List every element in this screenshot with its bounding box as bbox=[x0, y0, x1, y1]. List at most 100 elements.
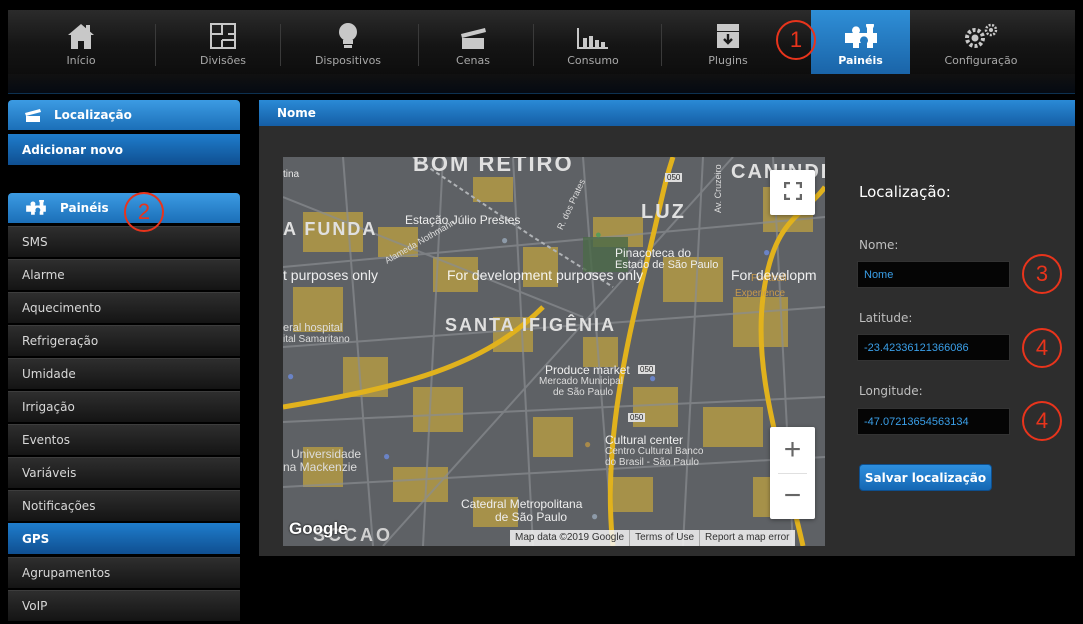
nav-item-paineis[interactable]: Painéis bbox=[811, 10, 910, 74]
main-panel-title: Nome bbox=[277, 106, 316, 120]
map-pin-icon[interactable]: ● bbox=[501, 233, 508, 247]
sidebar-item-gps[interactable]: GPS bbox=[8, 523, 240, 554]
map-label: Universidade bbox=[291, 447, 362, 461]
nav-label: Dispositivos bbox=[314, 54, 382, 67]
save-location-button[interactable]: Salvar localização bbox=[859, 464, 992, 491]
main-panel-header: Nome bbox=[259, 100, 1075, 126]
nav-item-dispositivos[interactable]: Dispositivos bbox=[298, 10, 398, 74]
map-background bbox=[283, 157, 825, 546]
map-label: Centro Cultural Banco bbox=[605, 446, 704, 457]
map-watermark: For development purposes only bbox=[447, 267, 644, 283]
sidebar-item-alarme[interactable]: Alarme bbox=[8, 259, 240, 290]
sidebar-item-eventos[interactable]: Eventos bbox=[8, 424, 240, 455]
sidebar-item-label: Refrigeração bbox=[22, 334, 99, 348]
sidebar-item-refrigeracao[interactable]: Refrigeração bbox=[8, 325, 240, 356]
nav-divider bbox=[418, 24, 419, 66]
nav-item-configuracao[interactable]: Configuração bbox=[926, 10, 1036, 74]
map-pin-icon[interactable]: ● bbox=[763, 245, 770, 259]
google-logo: Google bbox=[289, 519, 348, 538]
nav-label: Início bbox=[66, 54, 96, 67]
map-label: tina bbox=[283, 169, 300, 180]
report-error-link[interactable]: Report a map error bbox=[700, 530, 794, 546]
sidebar-item-irrigacao[interactable]: Irrigação bbox=[8, 391, 240, 422]
home-icon bbox=[66, 22, 96, 50]
bar-chart-icon bbox=[576, 26, 610, 50]
annotation-marker: 3 bbox=[1022, 254, 1062, 294]
map-label: SANTA IFIGÊNIA bbox=[445, 315, 616, 335]
sidebar-item-voip[interactable]: VoIP bbox=[8, 590, 240, 621]
zoom-in-button[interactable]: + bbox=[770, 427, 815, 473]
map-watermark: For developm bbox=[731, 267, 817, 283]
sidebar-item-umidade[interactable]: Umidade bbox=[8, 358, 240, 389]
zoom-control: + − bbox=[770, 427, 815, 519]
nav-item-inicio[interactable]: Início bbox=[35, 10, 127, 74]
sidebar-item-sms[interactable]: SMS bbox=[8, 226, 240, 257]
sidebar-item-notificacoes[interactable]: Notificações bbox=[8, 490, 240, 521]
annotation-marker: 4 bbox=[1022, 328, 1062, 368]
terms-link[interactable]: Terms of Use bbox=[630, 530, 701, 546]
longitude-field[interactable] bbox=[857, 408, 1010, 435]
nav-label: Painéis bbox=[838, 54, 883, 67]
nav-subbar bbox=[8, 74, 1075, 94]
clapperboard-icon bbox=[458, 24, 488, 50]
map-label: BOM RETIRO bbox=[413, 157, 574, 176]
add-new-button[interactable]: Adicionar novo bbox=[8, 134, 240, 165]
map-label: de São Paulo bbox=[495, 510, 568, 524]
map-pin-icon[interactable]: ● bbox=[287, 369, 294, 383]
zoom-out-button[interactable]: − bbox=[770, 473, 815, 519]
sidebar-item-agrupamentos[interactable]: Agrupamentos bbox=[8, 557, 240, 588]
nav-item-consumo[interactable]: Consumo bbox=[548, 10, 638, 74]
puzzle-icon bbox=[842, 24, 880, 50]
map-pin-icon[interactable]: ● bbox=[591, 509, 598, 523]
map-data-text: Map data ©2019 Google bbox=[510, 530, 631, 546]
fullscreen-icon bbox=[783, 181, 802, 204]
latitude-field[interactable] bbox=[857, 334, 1010, 361]
nav-item-divisoes[interactable]: Divisões bbox=[178, 10, 268, 74]
map-label: LUZ bbox=[641, 201, 686, 223]
annotation-marker: 2 bbox=[124, 192, 164, 232]
map-label: Mercado Municipal bbox=[539, 376, 623, 387]
sidebar-item-label: Variáveis bbox=[22, 466, 77, 480]
add-new-label: Adicionar novo bbox=[22, 142, 124, 157]
sidebar-header-localizacao[interactable]: Localização bbox=[8, 100, 240, 130]
map-label: na Mackenzie bbox=[283, 460, 358, 474]
nav-label: Consumo bbox=[567, 54, 619, 67]
map-label: Estação Júlio Prestes bbox=[405, 213, 521, 227]
map-label: do Brasil - São Paulo bbox=[605, 457, 699, 468]
map-attribution: Map data ©2019 Google Terms of Use Repor… bbox=[510, 530, 795, 546]
map-label: ital Samaritano bbox=[283, 334, 350, 345]
top-navigation: Início Divisões Dispositivos Cenas Consu… bbox=[8, 10, 1075, 74]
sidebar-item-label: Umidade bbox=[22, 367, 76, 381]
nav-item-cenas[interactable]: Cenas bbox=[433, 10, 513, 74]
nav-item-plugins[interactable]: Plugins bbox=[688, 10, 768, 74]
nav-label: Plugins bbox=[708, 54, 748, 67]
sidebar-item-label: VoIP bbox=[22, 599, 48, 613]
map-pin-icon[interactable]: ● bbox=[383, 449, 390, 463]
fullscreen-button[interactable] bbox=[770, 170, 815, 215]
nav-divider bbox=[661, 24, 662, 66]
zoom-divider bbox=[778, 473, 807, 474]
nav-divider bbox=[533, 24, 534, 66]
sidebar-item-aquecimento[interactable]: Aquecimento bbox=[8, 292, 240, 323]
map-pin-icon[interactable]: ● bbox=[595, 229, 602, 241]
map-view[interactable]: BOM RETIRO CANINDÉ tina LUZ A FUNDA Esta… bbox=[283, 157, 825, 546]
sidebar-item-variaveis[interactable]: Variáveis bbox=[8, 457, 240, 488]
road-shield: 050 bbox=[628, 413, 646, 422]
map-pin-icon[interactable]: ● bbox=[649, 371, 656, 385]
map-pin-icon[interactable]: ● bbox=[584, 437, 591, 451]
longitude-label: Longitude: bbox=[859, 384, 923, 398]
lightbulb-icon bbox=[336, 22, 360, 50]
name-label: Nome: bbox=[859, 238, 899, 252]
map-label: eral hospital bbox=[283, 322, 343, 334]
map-label: Cultural center bbox=[605, 433, 684, 447]
sidebar-item-label: Alarme bbox=[22, 268, 65, 282]
app-window: Início Divisões Dispositivos Cenas Consu… bbox=[0, 0, 1083, 624]
sidebar-item-label: Aquecimento bbox=[22, 301, 102, 315]
floorplan-icon bbox=[208, 22, 238, 50]
sidebar-item-label: GPS bbox=[22, 531, 50, 546]
nav-divider bbox=[280, 24, 281, 66]
road-shield: 050 bbox=[665, 173, 683, 182]
map-label: A FUNDA bbox=[283, 219, 378, 239]
name-field[interactable] bbox=[857, 261, 1010, 288]
map-label: Catedral Metropolitana bbox=[461, 497, 583, 511]
